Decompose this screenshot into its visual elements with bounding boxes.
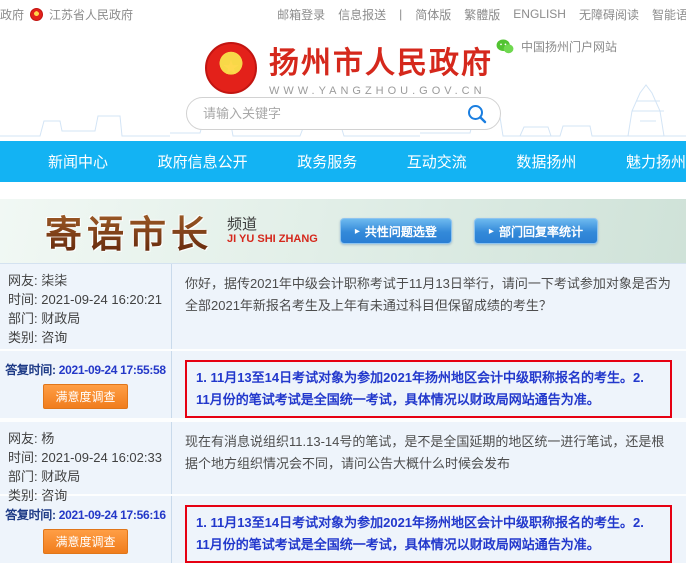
common-issues-button[interactable]: ▸ 共性问题选登: [339, 218, 452, 244]
search-input[interactable]: [203, 106, 466, 121]
reply-time-label: 答复时间:: [5, 508, 56, 522]
reply-time-value: 2021-09-24 17:55:58: [58, 363, 166, 377]
common-issues-label: 共性问题选登: [364, 224, 437, 239]
user-name: 柒柒: [41, 273, 68, 288]
topbar-links: 邮箱登录 信息报送 | 简体版 繁體版 ENGLISH 无障碍阅读 智能语音: [277, 0, 686, 28]
site-logo[interactable]: ★ 扬州市人民政府 WWW.YANGZHOU.GOV.CN: [205, 38, 493, 97]
user-label: 网友:: [8, 431, 38, 446]
main-navigation: 新闻中心 政府信息公开 政务服务 互动交流 数据扬州 魅力扬州: [0, 141, 686, 182]
arrow-icon: ▸: [354, 225, 360, 237]
question-row: 网友: 柒柒 时间: 2021-09-24 16:20:21 部门: 财政局 类…: [0, 264, 686, 351]
mail-login-link[interactable]: 邮箱登录: [277, 6, 325, 23]
page: 政府 江苏省人民政府 邮箱登录 信息报送 | 简体版 繁體版 ENGLISH 无…: [0, 0, 686, 563]
channel-label: 频道: [227, 216, 258, 234]
dept-name: 财政局: [41, 311, 81, 326]
channel-pinyin: JI YU SHI ZHANG: [227, 233, 318, 246]
reply-rate-stats-label: 部门回复率统计: [498, 224, 583, 239]
question-row: 网友: 杨 时间: 2021-09-24 16:02:33 部门: 财政局 类别…: [0, 422, 686, 503]
reply-rate-stats-button[interactable]: ▸ 部门回复率统计: [473, 218, 598, 244]
satisfaction-survey-button[interactable]: 满意度调查: [43, 529, 128, 554]
simplified-chinese-link[interactable]: 简体版: [415, 6, 451, 23]
site-url: WWW.YANGZHOU.GOV.CN: [269, 85, 486, 97]
question-time: 2021-09-24 16:20:21: [41, 292, 162, 307]
question-text: 现在有消息说组织11.13-14号的笔试，是不是全国延期的地区统一进行笔试，还是…: [185, 434, 665, 471]
jiangsu-gov-link[interactable]: 江苏省人民政府: [49, 6, 133, 23]
answer-text: 1. 11月13至14日考试对象为参加2021年扬州地区会计中级职称报名的考生。…: [185, 360, 672, 418]
nav-item-data[interactable]: 数据扬州: [516, 151, 576, 172]
wechat-portal-label: 中国扬州门户网站: [521, 40, 618, 54]
national-emblem-icon: ★: [205, 41, 257, 94]
channel-title: 寄语市长: [45, 204, 213, 258]
reply-time-label: 答复时间:: [5, 363, 56, 377]
jiangsu-emblem-icon: [30, 7, 44, 21]
dept-label: 部门:: [8, 311, 38, 326]
nav-item-interaction[interactable]: 互动交流: [407, 151, 467, 172]
english-link[interactable]: ENGLISH: [513, 7, 566, 21]
channel-banner: 寄语市长 频道 JI YU SHI ZHANG ▸ 共性问题选登 ▸ 部门回复率…: [0, 199, 686, 263]
nav-item-charm[interactable]: 魅力扬州: [626, 151, 686, 172]
message-board: 网友: 柒柒 时间: 2021-09-24 16:20:21 部门: 财政局 类…: [0, 263, 686, 563]
wechat-icon: [496, 38, 514, 53]
question-time: 2021-09-24 16:02:33: [41, 450, 162, 465]
nav-item-gov-info[interactable]: 政府信息公开: [158, 151, 248, 172]
search-icon[interactable]: [466, 103, 488, 125]
category-label: 类别:: [8, 330, 38, 345]
search-box: [186, 97, 501, 130]
user-name: 杨: [41, 431, 55, 446]
reply-row: 答复时间: 2021-09-24 17:56:16 满意度调查 1. 11月13…: [0, 496, 686, 563]
gov-portal-link-fragment[interactable]: 政府: [0, 6, 24, 23]
category-value: 咨询: [41, 330, 68, 345]
time-label: 时间:: [8, 450, 38, 465]
nav-item-news[interactable]: 新闻中心: [48, 151, 108, 172]
top-utility-bar: 政府 江苏省人民政府 邮箱登录 信息报送 | 简体版 繁體版 ENGLISH 无…: [0, 0, 686, 28]
site-header: ★ 扬州市人民政府 WWW.YANGZHOU.GOV.CN 中国扬州门户网站: [0, 28, 686, 141]
reply-row: 答复时间: 2021-09-24 17:55:58 满意度调查 1. 11月13…: [0, 351, 686, 422]
time-label: 时间:: [8, 292, 38, 307]
reply-time-value: 2021-09-24 17:56:16: [58, 508, 166, 522]
satisfaction-survey-button[interactable]: 满意度调查: [43, 384, 128, 409]
site-title: 扬州市人民政府: [269, 47, 493, 80]
question-text: 你好，据传2021年中级会计职称考试于11月13日举行，请问一下考试参加对象是否…: [185, 276, 671, 313]
answer-text: 1. 11月13至14日考试对象为参加2021年扬州地区会计中级职称报名的考生。…: [185, 505, 672, 563]
nav-item-services[interactable]: 政务服务: [297, 151, 357, 172]
smart-voice-link[interactable]: 智能语音: [652, 6, 686, 23]
dept-label: 部门:: [8, 469, 38, 484]
traditional-chinese-link[interactable]: 繁體版: [464, 6, 500, 23]
dept-name: 财政局: [41, 469, 81, 484]
topbar-divider: |: [399, 7, 403, 21]
info-report-link[interactable]: 信息报送: [338, 6, 386, 23]
accessibility-link[interactable]: 无障碍阅读: [579, 6, 639, 23]
wechat-portal-link[interactable]: 中国扬州门户网站: [496, 38, 617, 55]
arrow-icon: ▸: [488, 225, 494, 237]
user-label: 网友:: [8, 273, 38, 288]
